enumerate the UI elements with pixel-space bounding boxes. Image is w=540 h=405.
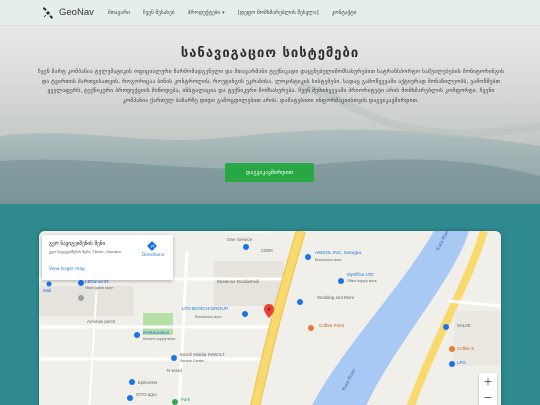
directions-icon[interactable] — [147, 241, 157, 251]
map-label-nwood: N wood — [167, 368, 182, 373]
map-label-coffee-x: Coffee X — [457, 346, 475, 351]
embedded-map[interactable]: One Service CDEK AMSOL INC, Georgia Elec… — [39, 231, 501, 405]
map-label-salve: SALVE — [457, 323, 471, 328]
directions-link[interactable]: Directions — [142, 253, 164, 258]
brand[interactable]: GeoNav — [42, 6, 94, 19]
view-larger-map-link[interactable]: View larger map — [49, 267, 85, 272]
navbar: GeoNav მთავარი ჩვენ შესახებ პროდუქტები ▾ … — [0, 0, 540, 26]
place-address: გეო ნავიგეიშენის შენი, Tbilisi, Georgia — [49, 249, 121, 254]
nav-home[interactable]: მთავარი — [108, 10, 130, 16]
map-label-bosch-makita: Bosch Makita DeWALT — [180, 352, 225, 357]
map-label-epilcenter: Epilcenter — [138, 380, 158, 385]
map-label-cdek: CDEK — [261, 248, 274, 253]
nav-products-label: პროდუქტები — [187, 9, 221, 16]
map-label-ekaterine: Ekaterine Dzuliashvili — [217, 279, 259, 284]
map-label-myoffice: MyOffice LTD — [347, 272, 374, 277]
place-info-card: გეო ნავიგეიშენის შენი გეო ნავიგეიშენის შ… — [42, 235, 173, 280]
map-label-restaurateur: Restaurateur — [143, 330, 170, 335]
map-section: One Service CDEK AMSOL INC, Georgia Elec… — [0, 204, 540, 405]
map-label-lbgamer-sub: Video game store — [85, 286, 114, 290]
nav-login[interactable]: [დეფო მომხმარებლის შესვლა] — [238, 10, 319, 16]
satellite-icon — [42, 6, 54, 19]
map-label-amsol: AMSOL INC, Georgia — [315, 251, 361, 256]
place-title: გეო ნავიგეიშენის შენი — [49, 241, 106, 247]
map-label-one-service: One Service — [227, 237, 253, 242]
map-label-bosch-sub: Electronics store — [195, 315, 222, 319]
nav-products[interactable]: პროდუქტები ▾ — [188, 10, 225, 16]
map-label-wedding: Wedding and More — [317, 295, 355, 300]
chevron-down-icon: ▾ — [222, 9, 225, 16]
map-label-myoffice-sub: Office supply store — [347, 279, 377, 283]
map-label-bosch-makita-sub: Service Center — [180, 359, 204, 363]
map-label-park: Park — [181, 397, 191, 402]
map-label-igto: IGTO agro — [136, 392, 157, 397]
zoom-out-button[interactable]: − — [479, 389, 497, 405]
contact-us-button[interactable]: დაგვიკავშირდით — [225, 163, 314, 182]
hero-section: სანავიგაციო სისტემები ჩვენ მარტ კომპანია… — [0, 26, 540, 204]
nav-contact[interactable]: კონტაქტი — [332, 10, 357, 16]
zoom-in-button[interactable]: + — [479, 373, 497, 389]
map-label-amsol-sub: Electronics store — [315, 258, 342, 262]
map-label-bosch: LTD BOSCH GROUP — [182, 307, 229, 312]
nav-about[interactable]: ჩვენ შესახებ — [143, 10, 175, 16]
map-label-coffee-point: Coffee Point — [319, 323, 345, 328]
map-label-lpg: LPG — [457, 360, 466, 365]
map-label-restaurateur-sub: Kitchen supply store — [143, 337, 176, 341]
nav-links: მთავარი ჩვენ შესახებ პროდუქტები ▾ [დეფო მ… — [108, 10, 370, 16]
zoom-controls: + − — [479, 373, 497, 405]
map-label-mall: Mall — [43, 288, 52, 293]
hero-description: ჩვენ მარტ კომპანია ტელემატიკის ოფიციალურ… — [37, 69, 505, 104]
map-label-arminas: Arminas porch — [87, 319, 116, 324]
hero-title: სანავიგაციო სისტემები — [180, 46, 360, 61]
brand-name: GeoNav — [59, 7, 94, 18]
